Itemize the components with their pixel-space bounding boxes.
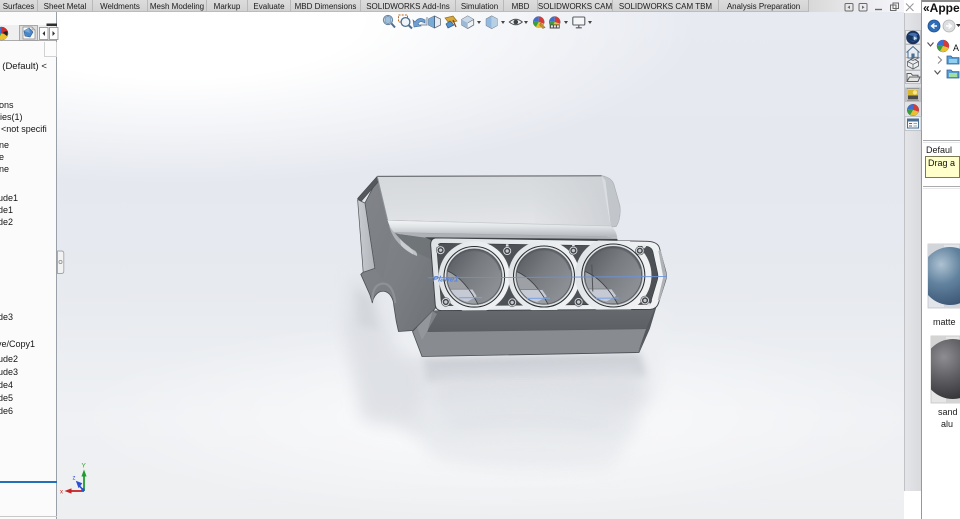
- svg-text:x: x: [60, 490, 63, 496]
- svg-text:Plane1: Plane1: [432, 275, 460, 284]
- svg-text:z: z: [73, 476, 76, 482]
- svg-text:Y: Y: [82, 463, 87, 470]
- svg-text:A: A: [953, 43, 959, 53]
